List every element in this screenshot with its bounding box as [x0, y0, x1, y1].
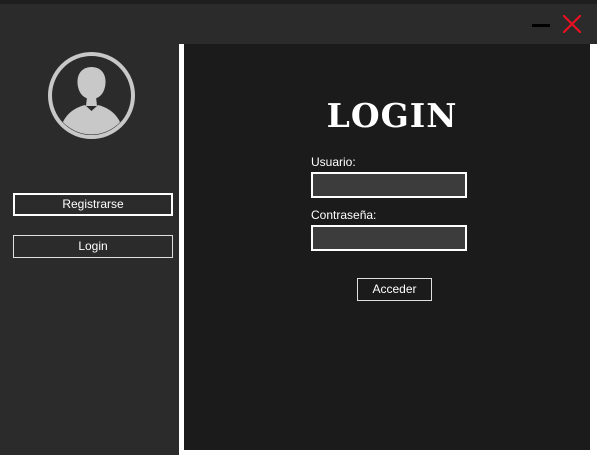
- username-input[interactable]: [311, 172, 467, 198]
- login-nav-button[interactable]: Login: [13, 235, 173, 258]
- login-panel: LOGIN Usuario: Contraseña: Acceder: [184, 44, 590, 450]
- page-title: LOGIN: [326, 96, 458, 135]
- password-label: Contraseña:: [311, 208, 377, 222]
- panel-bottom-border: [184, 450, 597, 455]
- minimize-icon: [532, 24, 550, 27]
- password-input[interactable]: [311, 225, 467, 251]
- panel-right-border: [590, 44, 597, 455]
- title-bar[interactable]: [0, 4, 597, 44]
- login-window: Registrarse Login LOGIN Usuario: Contras…: [0, 0, 597, 455]
- close-button[interactable]: [561, 13, 583, 35]
- sidebar: Registrarse Login: [0, 44, 179, 455]
- submit-button[interactable]: Acceder: [357, 278, 432, 301]
- close-icon: [562, 14, 582, 34]
- minimize-button[interactable]: [531, 15, 551, 35]
- username-label: Usuario:: [311, 155, 356, 169]
- user-avatar-icon: [47, 51, 136, 140]
- register-button[interactable]: Registrarse: [13, 193, 173, 216]
